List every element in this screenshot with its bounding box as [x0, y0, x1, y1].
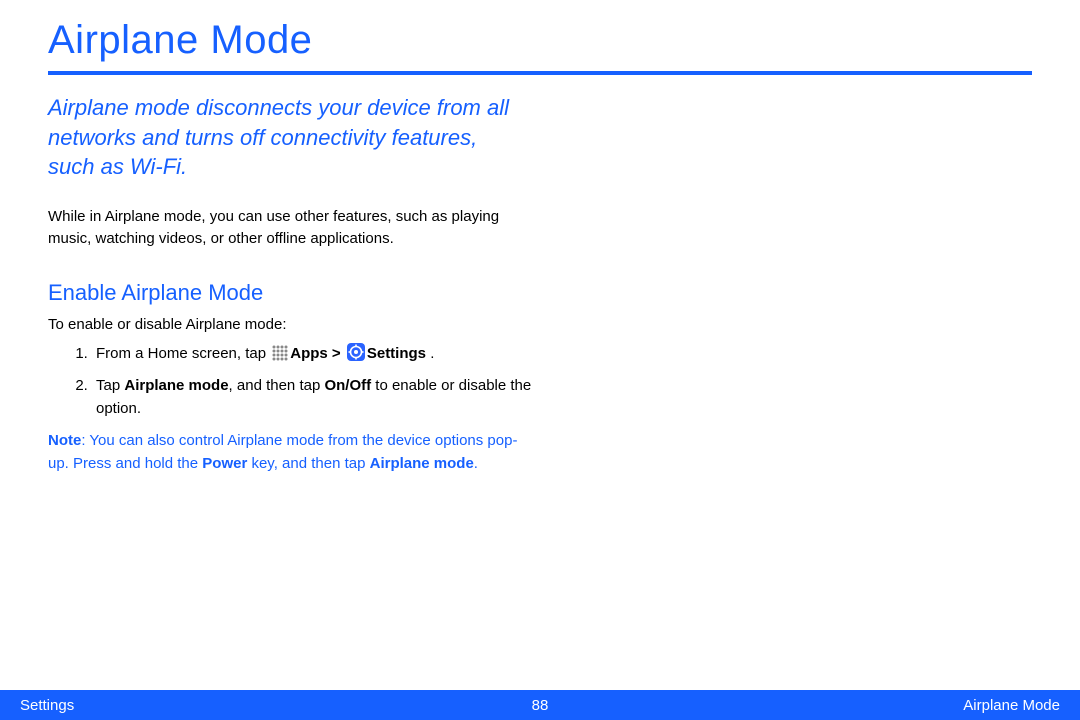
- footer-page-number: 88: [532, 697, 549, 714]
- note-b1: Power: [202, 455, 247, 472]
- footer-left: Settings: [20, 697, 532, 714]
- step-1-pre: From a Home screen, tap: [96, 345, 270, 362]
- settings-gear-icon: [347, 343, 365, 361]
- note-label: Note: [48, 432, 81, 449]
- step-2-b1: Airplane mode: [124, 377, 228, 394]
- step-1-sep: >: [328, 345, 345, 362]
- note-block: Note: You can also control Airplane mode…: [48, 430, 528, 475]
- apps-grid-icon: [272, 345, 288, 361]
- step-1-post: .: [426, 345, 434, 362]
- section-intro: To enable or disable Airplane mode:: [48, 316, 1032, 333]
- title-rule: [48, 71, 1032, 75]
- step-1-settings: Settings: [367, 345, 426, 362]
- steps-list: From a Home screen, tap Apps > Settings …: [48, 343, 538, 421]
- step-2-pre: Tap: [96, 377, 124, 394]
- step-2-b2: On/Off: [324, 377, 371, 394]
- note-t3: .: [474, 455, 478, 472]
- note-b2: Airplane mode: [370, 455, 474, 472]
- page: Airplane Mode Airplane mode disconnects …: [0, 0, 1080, 720]
- step-1: From a Home screen, tap Apps > Settings …: [92, 343, 538, 366]
- step-1-apps: Apps: [290, 345, 328, 362]
- step-2-mid: , and then tap: [229, 377, 325, 394]
- step-2: Tap Airplane mode, and then tap On/Off t…: [92, 375, 538, 420]
- note-t2: key, and then tap: [247, 455, 369, 472]
- page-footer: Settings 88 Airplane Mode: [0, 690, 1080, 720]
- page-title: Airplane Mode: [48, 18, 1032, 63]
- section-heading: Enable Airplane Mode: [48, 280, 1032, 306]
- lead-description: Airplane mode disconnects your device fr…: [48, 93, 528, 182]
- footer-right: Airplane Mode: [548, 697, 1060, 714]
- body-paragraph: While in Airplane mode, you can use othe…: [48, 206, 528, 250]
